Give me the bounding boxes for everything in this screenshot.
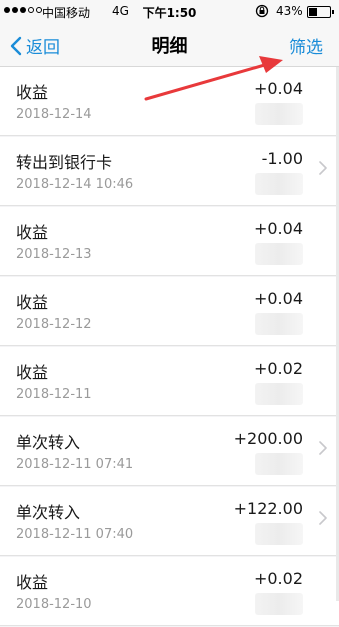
blurred-status <box>255 453 303 475</box>
transaction-row: 收益 2018-12-13 +0.04 <box>0 207 339 276</box>
transaction-amount: +0.04 <box>253 79 303 98</box>
transaction-row[interactable]: 单次转入 2018-12-11 07:41 +200.00 <box>0 417 339 486</box>
blurred-status <box>255 173 303 195</box>
transaction-date: 2018-12-11 07:40 <box>16 527 134 542</box>
transaction-title: 收益 <box>16 83 49 102</box>
transaction-row: 收益 2018-12-10 +0.02 <box>0 557 339 626</box>
transaction-row[interactable]: 单次转入 2018-12-11 07:40 +122.00 <box>0 487 339 556</box>
transaction-amount: -1.00 <box>261 149 303 168</box>
transaction-date: 2018-12-11 07:41 <box>16 457 134 472</box>
blurred-status <box>255 593 303 615</box>
blurred-status <box>255 523 303 545</box>
chevron-right-icon <box>319 441 327 455</box>
transaction-title: 收益 <box>16 363 49 382</box>
transaction-amount: +0.02 <box>253 359 303 378</box>
transaction-title: 收益 <box>16 293 49 312</box>
transaction-title: 单次转入 <box>16 503 81 522</box>
transaction-date: 2018-12-14 10:46 <box>16 177 134 192</box>
status-bar: 中国移动 4G 下午1:50 43% <box>0 0 339 22</box>
battery-icon <box>307 6 334 18</box>
transaction-date: 2018-12-11 <box>16 387 92 402</box>
transaction-amount: +0.04 <box>253 289 303 308</box>
blurred-status <box>255 243 303 265</box>
blurred-status <box>255 383 303 405</box>
transaction-amount: +200.00 <box>233 429 303 448</box>
transaction-amount: +0.02 <box>253 569 303 588</box>
chevron-right-icon <box>319 161 327 175</box>
transaction-amount: +0.04 <box>253 219 303 238</box>
transaction-row: 收益 2018-12-14 +0.04 <box>0 67 339 136</box>
battery-percentage: 43% <box>276 4 303 18</box>
transaction-date: 2018-12-14 <box>16 107 92 122</box>
back-label: 返回 <box>26 38 60 58</box>
transaction-date: 2018-12-13 <box>16 247 92 262</box>
back-button[interactable]: 返回 <box>10 33 60 58</box>
transaction-row: 收益 2018-12-12 +0.04 <box>0 277 339 346</box>
transaction-row[interactable]: 转出到银行卡 2018-12-14 10:46 -1.00 <box>0 137 339 206</box>
rotation-lock-icon <box>255 4 269 18</box>
transaction-date: 2018-12-10 <box>16 597 92 612</box>
transaction-amount: +122.00 <box>233 499 303 518</box>
transaction-title: 单次转入 <box>16 433 81 452</box>
transaction-date: 2018-12-12 <box>16 317 92 332</box>
chevron-right-icon <box>319 511 327 525</box>
transaction-title: 收益 <box>16 573 49 592</box>
transaction-title: 转出到银行卡 <box>16 153 113 172</box>
blurred-status <box>255 103 303 125</box>
filter-button[interactable]: 筛选 <box>289 33 323 58</box>
transaction-list: 收益 2018-12-14 +0.04 转出到银行卡 2018-12-14 10:46 -… <box>0 67 339 627</box>
blurred-status <box>255 313 303 335</box>
chevron-left-icon <box>10 36 22 55</box>
navigation-bar: 返回 明细 筛选 <box>0 22 339 67</box>
transaction-title: 收益 <box>16 223 49 242</box>
transaction-row: 收益 2018-12-11 +0.02 <box>0 347 339 416</box>
